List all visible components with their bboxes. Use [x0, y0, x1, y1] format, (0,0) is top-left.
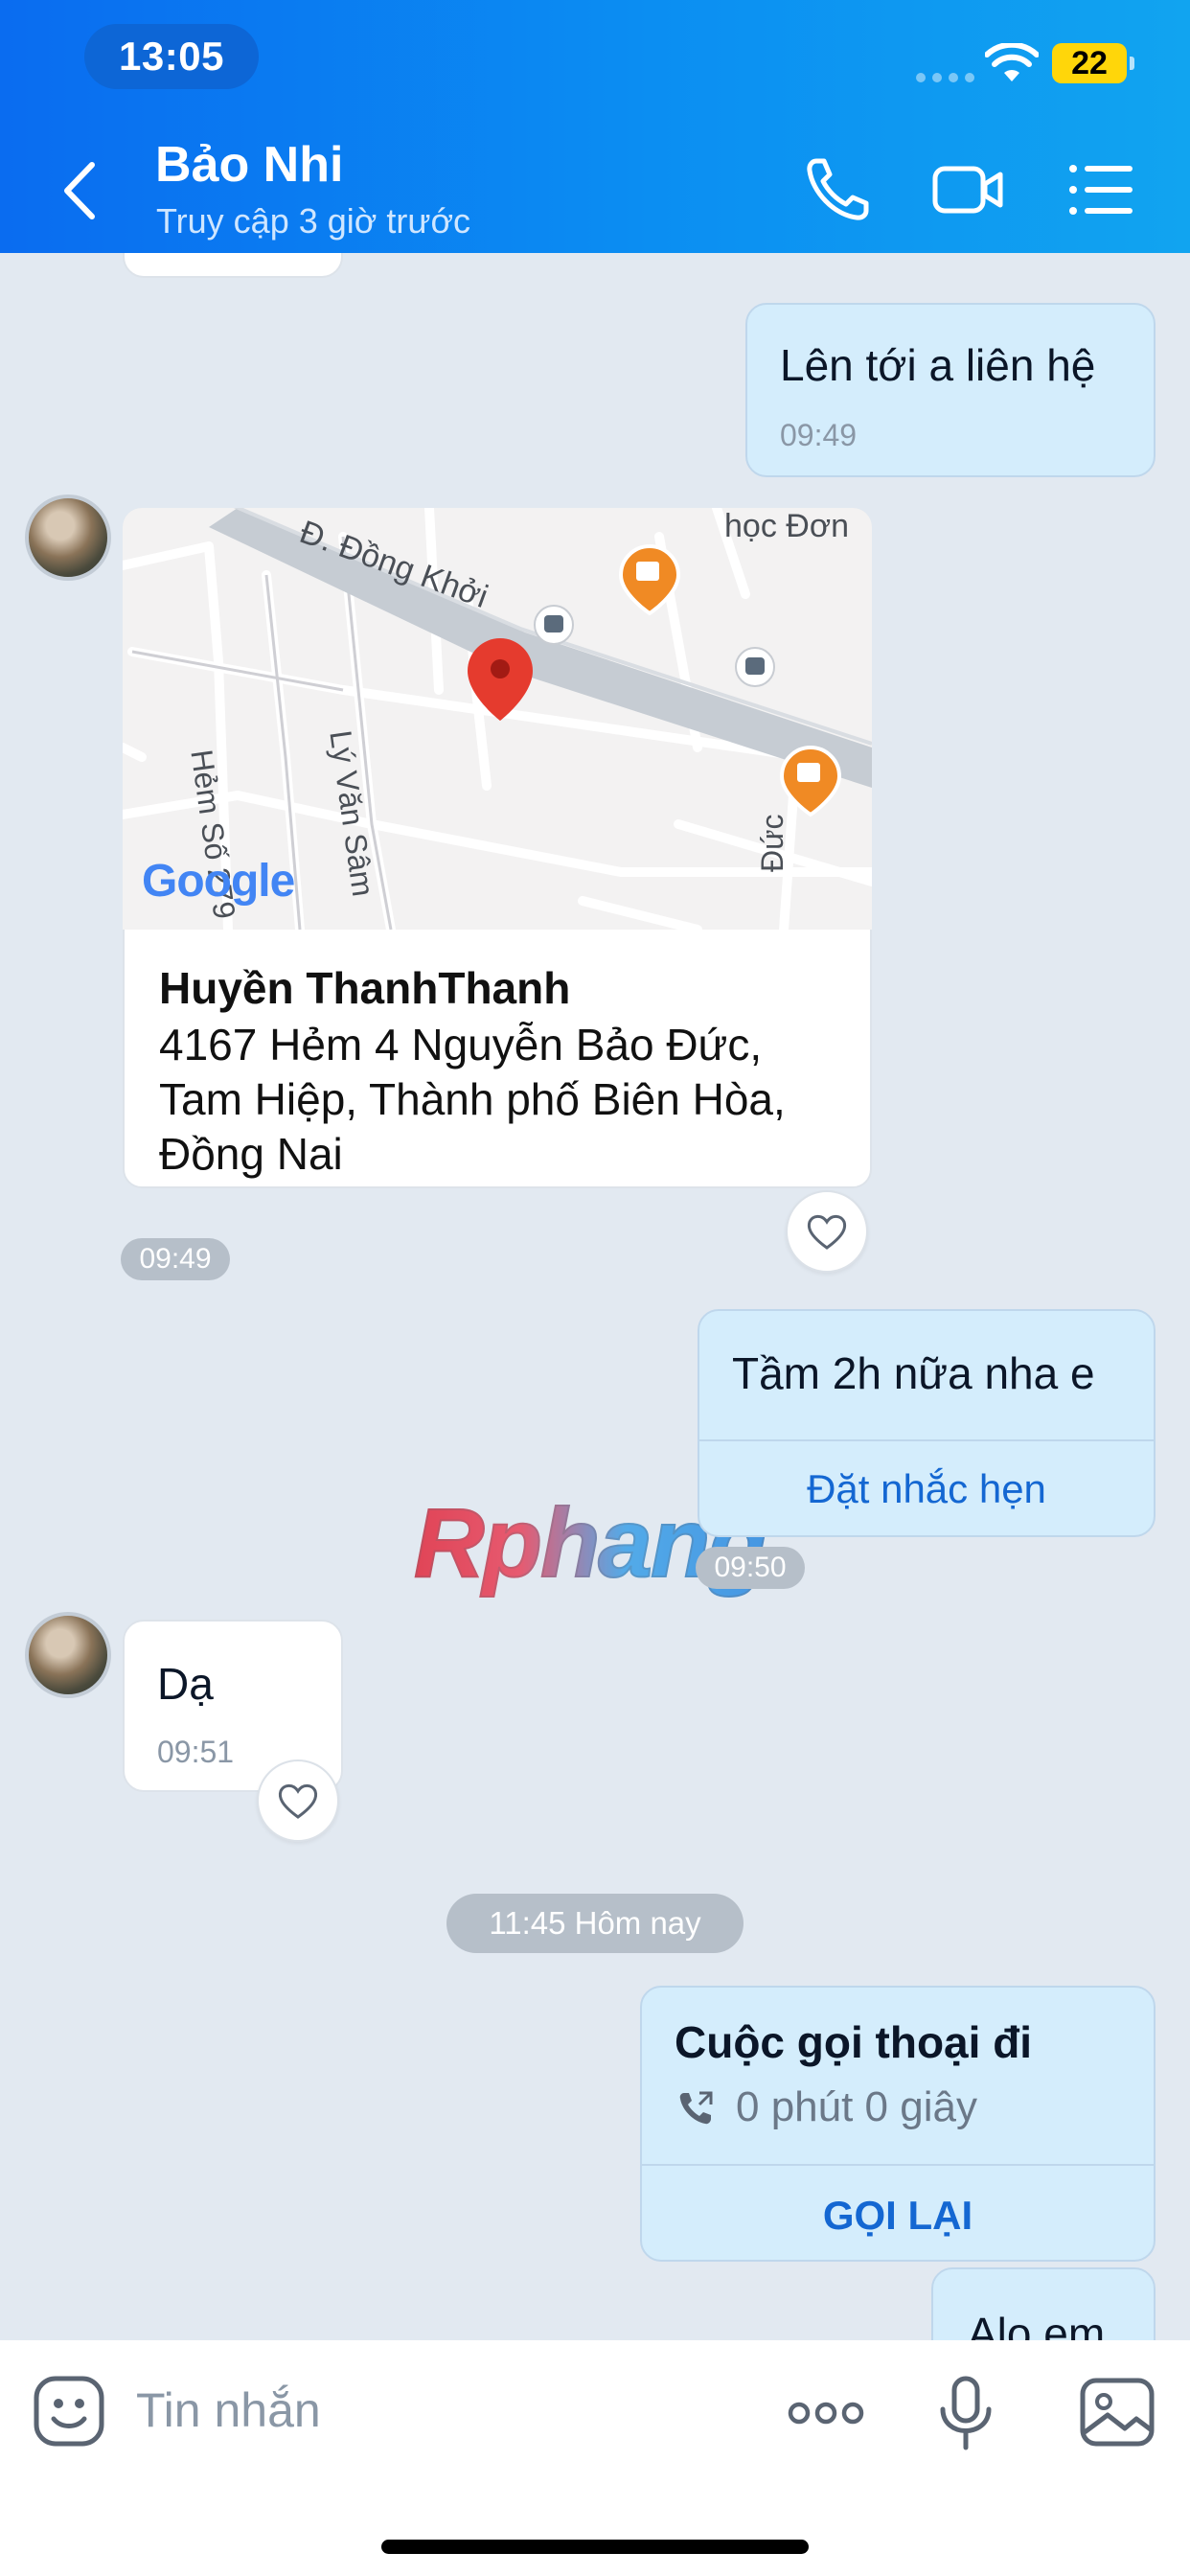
message-input-bar: Tin nhắn: [0, 2340, 1190, 2576]
status-time: 13:05: [84, 24, 259, 89]
battery-icon: 22: [1052, 43, 1134, 83]
sent-message-bubble[interactable]: Tầm 2h nữa nha e Đặt nhắc hẹn: [698, 1309, 1156, 1537]
message-time-chip: 09:50: [696, 1547, 805, 1589]
location-name: Huyền ThanhThanh: [159, 963, 571, 1013]
message-text: Lên tới a liên hệ: [780, 340, 1096, 390]
wifi-icon: [985, 43, 1039, 81]
image-icon[interactable]: [1077, 2373, 1157, 2453]
message-text: Tầm 2h nữa nha e: [732, 1348, 1095, 1398]
message-time: 09:51: [157, 1735, 235, 1769]
set-reminder-button[interactable]: Đặt nhắc hẹn: [699, 1466, 1154, 1512]
avatar[interactable]: [25, 494, 111, 581]
cellular-signal-icon: [916, 73, 974, 82]
last-seen-status: Truy cập 3 giờ trước: [156, 201, 471, 241]
back-icon[interactable]: [57, 159, 105, 222]
avatar[interactable]: [25, 1612, 111, 1698]
map-street-label: Đức: [755, 814, 790, 872]
phone-icon[interactable]: [801, 153, 874, 226]
more-icon[interactable]: [786, 2373, 866, 2453]
heart-icon: [278, 1783, 318, 1819]
message-list[interactable]: Lên tới a liên hệ 09:49 Huyền ThanhThanh…: [0, 253, 1190, 2340]
message-text: Alo em: [968, 2309, 1106, 2340]
reaction-heart-button[interactable]: [257, 1760, 339, 1842]
reaction-heart-button[interactable]: [786, 1190, 868, 1273]
video-call-icon[interactable]: [931, 153, 1004, 226]
date-separator: 11:45 Hôm nay: [446, 1894, 744, 1953]
message-text: Dạ: [157, 1659, 214, 1709]
sent-message-bubble[interactable]: Alo em: [931, 2267, 1156, 2340]
call-log-bubble[interactable]: Cuộc gọi thoại đi 0 phút 0 giây GỌI LẠI: [640, 1986, 1156, 2262]
call-back-button[interactable]: GỌI LẠI: [642, 2193, 1154, 2239]
bubble-divider: [642, 2164, 1154, 2166]
sent-message-bubble[interactable]: Lên tới a liên hệ 09:49: [745, 303, 1156, 477]
map-preview[interactable]: Đ. Đồng Khởi Hẻm Số 279 Lý Văn Sâm Đức h…: [123, 508, 872, 930]
previous-message-bubble[interactable]: [123, 253, 343, 278]
chat-header: 13:05 22 Bảo Nhi Truy cập 3 giờ trước: [0, 0, 1190, 253]
google-logo: Google: [142, 856, 295, 907]
bubble-divider: [699, 1439, 1154, 1441]
home-indicator[interactable]: [381, 2540, 809, 2554]
message-time-chip: 09:49: [121, 1238, 230, 1280]
call-title: Cuộc gọi thoại đi: [675, 2017, 1033, 2067]
location-address: 4167 Hẻm 4 Nguyễn Bảo Đức, Tam Hiệp, Thà…: [159, 1020, 786, 1179]
heart-icon: [807, 1214, 847, 1250]
emoji-icon[interactable]: [33, 2375, 105, 2448]
menu-list-icon[interactable]: [1065, 153, 1138, 226]
message-time: 09:49: [780, 418, 858, 452]
outgoing-call-icon: [679, 2091, 713, 2125]
contact-name[interactable]: Bảo Nhi: [155, 136, 343, 194]
call-duration: 0 phút 0 giây: [736, 2083, 977, 2130]
microphone-icon[interactable]: [926, 2373, 1006, 2453]
map-poi-label: học Đơn: [724, 508, 850, 544]
message-input[interactable]: Tin nhắn: [136, 2382, 321, 2438]
